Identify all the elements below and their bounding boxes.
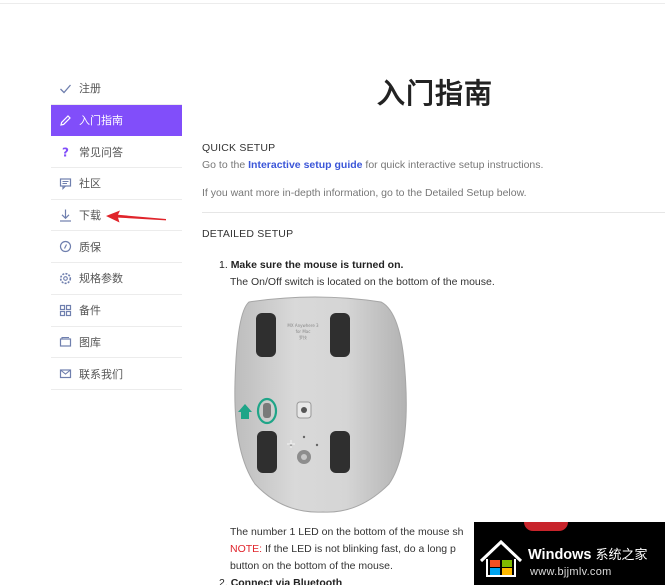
- sidebar-item-label: 联系我们: [79, 368, 123, 381]
- note-label: NOTE:: [230, 543, 263, 555]
- step-2-number: 2.: [219, 577, 228, 585]
- watermark-brand: Windows 系统之家: [528, 544, 648, 563]
- sidebar-item-label: 注册: [79, 83, 101, 96]
- interactive-setup-guide-link[interactable]: Interactive setup guide: [248, 159, 362, 171]
- sidebar-item-specs[interactable]: 规格参数: [51, 263, 182, 295]
- sidebar-item-label: 备件: [79, 305, 101, 318]
- sidebar-item-spare-parts[interactable]: 备件: [51, 295, 182, 327]
- gallery-icon: [58, 335, 72, 349]
- annotation-arrow-icon: [106, 210, 166, 223]
- download-icon: [58, 208, 72, 222]
- top-divider: [0, 3, 665, 4]
- watermark-brand-en: Windows: [528, 547, 592, 563]
- sidebar-item-gallery[interactable]: 图库: [51, 327, 182, 359]
- quick-setup-heading: QUICK SETUP: [202, 142, 276, 154]
- detailed-setup-heading: DETAILED SETUP: [202, 228, 294, 240]
- sidebar-item-community[interactable]: 社区: [51, 168, 182, 200]
- mouse-bottom-illustration: MX Anywhere 3 for Mac 罗技: [234, 296, 407, 513]
- grid-icon: [58, 303, 72, 317]
- section-divider: [202, 212, 665, 213]
- watermark-brand-cn: 系统之家: [595, 547, 648, 562]
- svg-text:for Mac: for Mac: [296, 329, 311, 334]
- check-icon: [58, 81, 72, 95]
- quick-setup-line-1: Go to the Interactive setup guide for qu…: [202, 159, 543, 171]
- mail-icon: [58, 367, 72, 381]
- watermark-red-tab: [524, 522, 568, 531]
- note-text-2: button on the bottom of the mouse.: [230, 560, 393, 572]
- step-2-heading: 2. Connect via Bluetooth: [219, 577, 342, 585]
- sidebar-item-faq[interactable]: ? 常见问答: [51, 136, 182, 169]
- sidebar-item-getting-started[interactable]: 入门指南: [51, 104, 182, 137]
- quick-setup-prefix: Go to the: [202, 159, 249, 171]
- sidebar-item-label: 入门指南: [79, 115, 123, 128]
- settings-icon: [58, 271, 72, 285]
- windows-logo-icon: [479, 539, 523, 577]
- watermark: Windows 系统之家 www.bjjmlv.com: [474, 522, 665, 585]
- sidebar-item-label: 规格参数: [79, 273, 123, 286]
- sidebar-nav: 注册 入门指南 ? 常见问答 社区 下载 质保 规格参数 备件 图库 联系我们: [51, 73, 182, 390]
- question-icon: ?: [58, 145, 72, 159]
- chat-icon: [58, 176, 72, 190]
- quick-setup-line-2: If you want more in-depth information, g…: [202, 187, 527, 199]
- step-2-title: Connect via Bluetooth: [230, 577, 343, 585]
- warranty-icon: [58, 240, 72, 254]
- watermark-url: www.bjjmlv.com: [530, 566, 612, 578]
- step-1-heading: 1. Make sure the mouse is turned on.: [219, 259, 403, 271]
- step-1-title: Make sure the mouse is turned on.: [230, 259, 404, 271]
- pencil-icon: [58, 113, 72, 127]
- sidebar-item-warranty[interactable]: 质保: [51, 231, 182, 264]
- svg-text:MX Anywhere 3: MX Anywhere 3: [287, 323, 319, 328]
- sidebar-item-contact[interactable]: 联系我们: [51, 358, 182, 390]
- note-body: If the LED is not blinking fast, do a lo…: [262, 543, 456, 555]
- led-text: The number 1 LED on the bottom of the mo…: [230, 526, 464, 538]
- sidebar-item-label: 图库: [79, 336, 101, 349]
- step-1-number: 1.: [219, 259, 228, 271]
- sidebar-item-label: 下载: [79, 210, 101, 223]
- note-text: NOTE: If the LED is not blinking fast, d…: [230, 543, 456, 555]
- svg-text:?: ?: [62, 146, 69, 159]
- sidebar-item-label: 质保: [79, 241, 101, 254]
- sidebar-item-register[interactable]: 注册: [51, 73, 182, 105]
- sidebar-item-label: 常见问答: [79, 146, 123, 159]
- sidebar-item-label: 社区: [79, 178, 101, 191]
- quick-setup-suffix: for quick interactive setup instructions…: [362, 159, 544, 171]
- svg-text:罗技: 罗技: [299, 334, 307, 340]
- page-title: 入门指南: [376, 78, 493, 109]
- step-1-text: The On/Off switch is located on the bott…: [230, 276, 495, 288]
